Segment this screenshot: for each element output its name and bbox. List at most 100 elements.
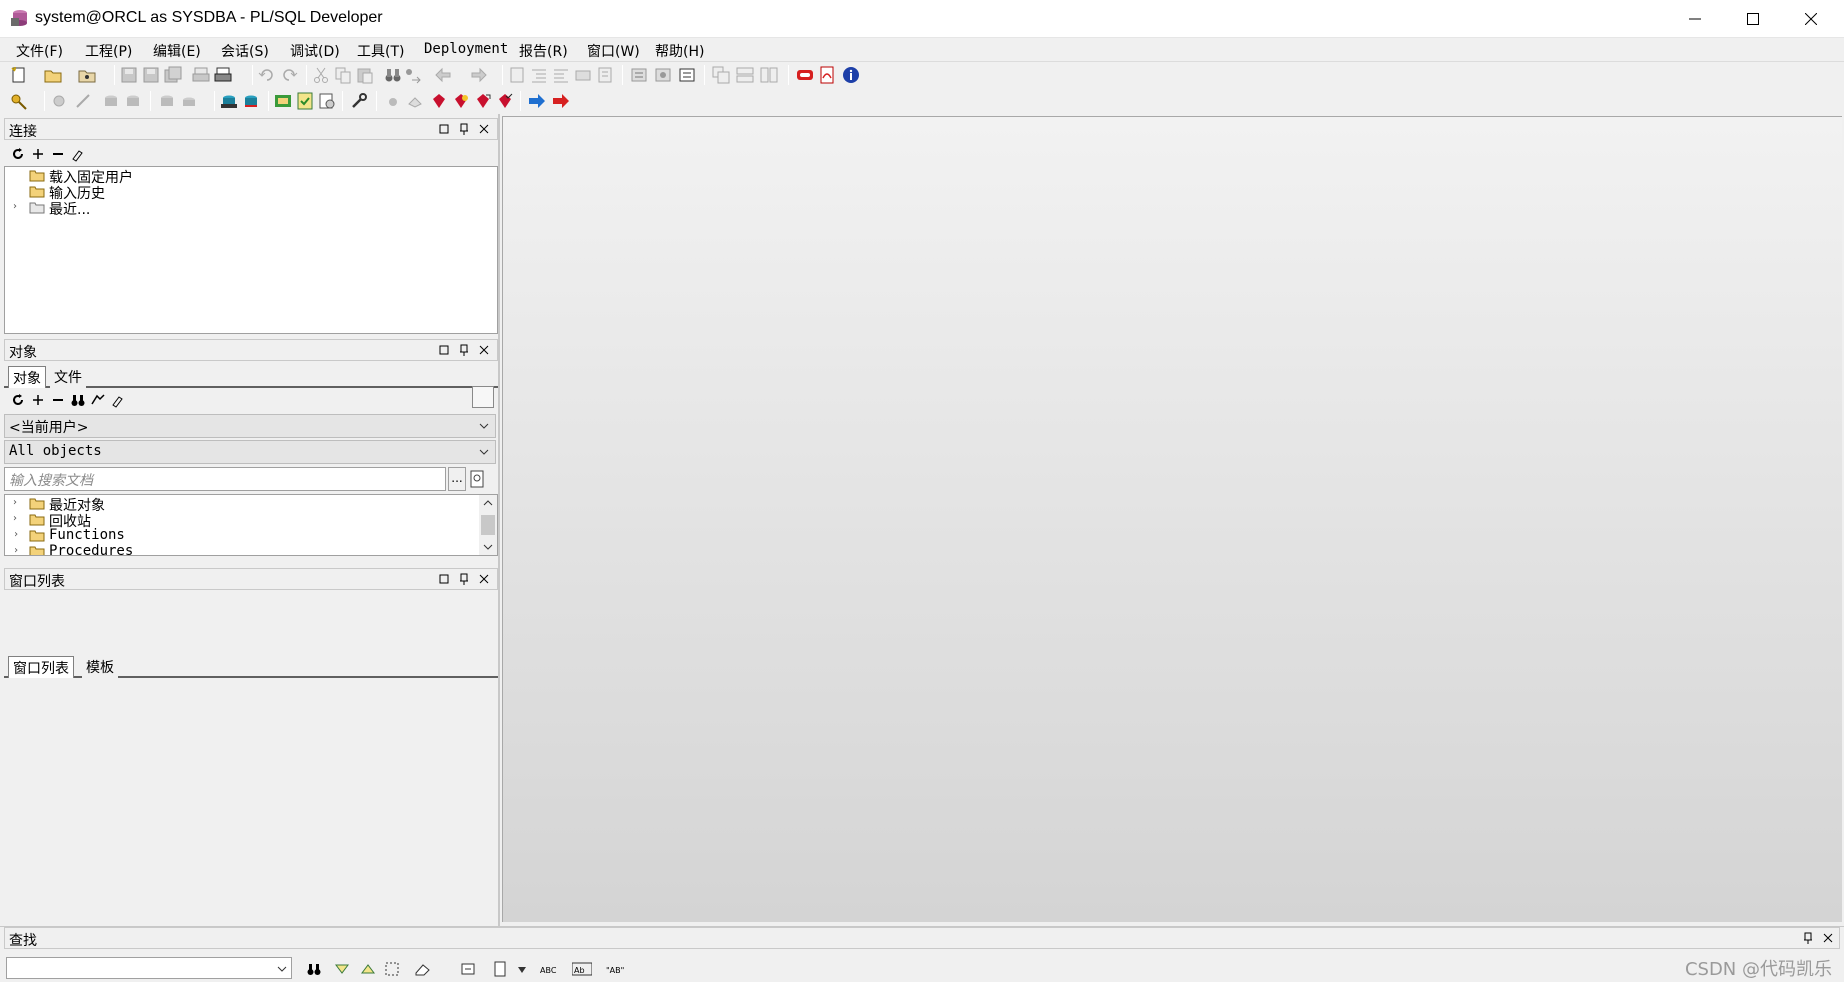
open-folder-icon[interactable]: [44, 66, 62, 84]
tile-horizontal-icon[interactable]: [736, 66, 754, 84]
minimize-button[interactable]: [1666, 0, 1724, 38]
whole-word-icon[interactable]: Ab: [572, 961, 592, 977]
save-icon[interactable]: [120, 66, 138, 84]
tree-item-procedures[interactable]: › Procedures: [5, 543, 475, 555]
scrollbar-thumb[interactable]: [481, 515, 495, 535]
preferences-wrench-icon[interactable]: [350, 92, 368, 110]
rollback-icon[interactable]: [124, 92, 142, 110]
query-builder-icon[interactable]: [274, 92, 292, 110]
find-next-icon[interactable]: [334, 961, 350, 977]
comment-icon[interactable]: [574, 66, 592, 84]
indent-icon[interactable]: [530, 66, 548, 84]
new-file-icon[interactable]: [10, 66, 28, 84]
chevron-up-icon[interactable]: [483, 499, 493, 507]
red-gem-icon[interactable]: [430, 92, 448, 110]
maximize-panel-icon[interactable]: [437, 122, 451, 136]
execute-icon[interactable]: [74, 92, 92, 110]
close-panel-icon[interactable]: [477, 122, 491, 136]
pin-panel-icon[interactable]: [457, 343, 471, 357]
chevron-down-icon[interactable]: [518, 967, 526, 973]
color-swatch-button[interactable]: [472, 386, 494, 408]
print-icon[interactable]: [192, 66, 210, 84]
db-dropdown-icon[interactable]: [180, 92, 198, 110]
find-binoculars-icon[interactable]: [384, 66, 402, 84]
refresh-icon[interactable]: [10, 146, 26, 162]
redo-icon[interactable]: [280, 66, 298, 84]
arrow-right-red-icon[interactable]: [552, 92, 570, 110]
find-input[interactable]: [6, 957, 292, 979]
maximize-panel-icon[interactable]: [437, 343, 451, 357]
close-panel-icon[interactable]: [1821, 931, 1835, 945]
menu-window[interactable]: 窗口(W): [587, 41, 640, 61]
tab-window-list[interactable]: 窗口列表: [8, 656, 74, 678]
edit-connection-icon[interactable]: [70, 146, 86, 162]
tab-objects[interactable]: 对象: [8, 366, 46, 388]
menu-session[interactable]: 会话(S): [221, 41, 269, 61]
menu-debug[interactable]: 调试(D): [290, 41, 340, 61]
document-scope-icon[interactable]: [492, 961, 508, 977]
pin-panel-icon[interactable]: [1801, 931, 1815, 945]
paste-icon[interactable]: [356, 66, 374, 84]
mdi-workspace[interactable]: [502, 116, 1842, 922]
arrow-right-blue-icon[interactable]: [528, 92, 546, 110]
db-icon[interactable]: [158, 92, 176, 110]
menu-file[interactable]: 文件(F): [16, 41, 63, 61]
tree-item-recent[interactable]: › 最近...: [5, 199, 495, 218]
maximize-panel-icon[interactable]: [437, 572, 451, 586]
debug-step-icon[interactable]: [384, 92, 402, 110]
refresh-icon[interactable]: [10, 392, 26, 408]
menu-edit[interactable]: 编辑(E): [153, 41, 201, 61]
menu-tools[interactable]: 工具(T): [357, 41, 404, 61]
edit-filter-icon[interactable]: [110, 392, 126, 408]
tile-vertical-icon[interactable]: [760, 66, 778, 84]
close-window-button[interactable]: [1782, 0, 1840, 38]
remove-icon[interactable]: [50, 146, 66, 162]
find-binoculars-icon[interactable]: [70, 392, 86, 408]
logon-key-icon[interactable]: [10, 92, 28, 110]
document-icon[interactable]: [508, 66, 526, 84]
session-db-icon[interactable]: [220, 92, 238, 110]
back-icon[interactable]: [434, 66, 452, 84]
save-all-icon[interactable]: [164, 66, 182, 84]
compile-gear-icon[interactable]: [50, 92, 68, 110]
match-case-icon[interactable]: ABC: [540, 961, 560, 977]
add-icon[interactable]: [30, 146, 46, 162]
expand-chevron-icon[interactable]: ›: [13, 545, 23, 555]
pdf-icon[interactable]: [818, 66, 836, 84]
save-as-icon[interactable]: [142, 66, 160, 84]
maximize-button[interactable]: [1724, 0, 1782, 38]
unindent-icon[interactable]: [552, 66, 570, 84]
remove-icon[interactable]: [50, 392, 66, 408]
objects-scrollbar[interactable]: [479, 495, 497, 555]
info-icon[interactable]: [842, 66, 860, 84]
close-panel-icon[interactable]: [477, 572, 491, 586]
debug-eraser-icon[interactable]: [406, 92, 424, 110]
red-gem-yellow-icon[interactable]: [452, 92, 470, 110]
pin-panel-icon[interactable]: [457, 572, 471, 586]
sql-window-icon[interactable]: [678, 66, 696, 84]
cascade-windows-icon[interactable]: [712, 66, 730, 84]
expand-chevron-icon[interactable]: ›: [13, 513, 23, 527]
execute-plan-icon[interactable]: [630, 66, 648, 84]
chevron-down-icon[interactable]: [483, 543, 493, 551]
regex-icon[interactable]: "AB": [606, 961, 626, 977]
expand-chevron-icon[interactable]: ›: [13, 529, 23, 543]
pin-panel-icon[interactable]: [457, 122, 471, 136]
menu-reports[interactable]: 报告(R): [519, 41, 568, 61]
tab-files[interactable]: 文件: [50, 366, 86, 388]
close-panel-icon[interactable]: [477, 343, 491, 357]
selection-only-icon[interactable]: [460, 961, 476, 977]
cut-icon[interactable]: [312, 66, 330, 84]
commit-icon[interactable]: [102, 92, 120, 110]
search-input[interactable]: 输入搜索文档: [4, 467, 446, 491]
oracle-icon[interactable]: [796, 66, 814, 84]
expand-chevron-icon[interactable]: ›: [13, 497, 23, 511]
clear-eraser-icon[interactable]: [414, 961, 432, 977]
forward-icon[interactable]: [470, 66, 488, 84]
add-icon[interactable]: [30, 392, 46, 408]
copy-icon[interactable]: [334, 66, 352, 84]
red-gem-arrow-icon[interactable]: [474, 92, 492, 110]
session-switch-icon[interactable]: [242, 92, 260, 110]
object-filter-combo[interactable]: All objects: [4, 440, 496, 464]
menu-project[interactable]: 工程(P): [85, 41, 132, 61]
